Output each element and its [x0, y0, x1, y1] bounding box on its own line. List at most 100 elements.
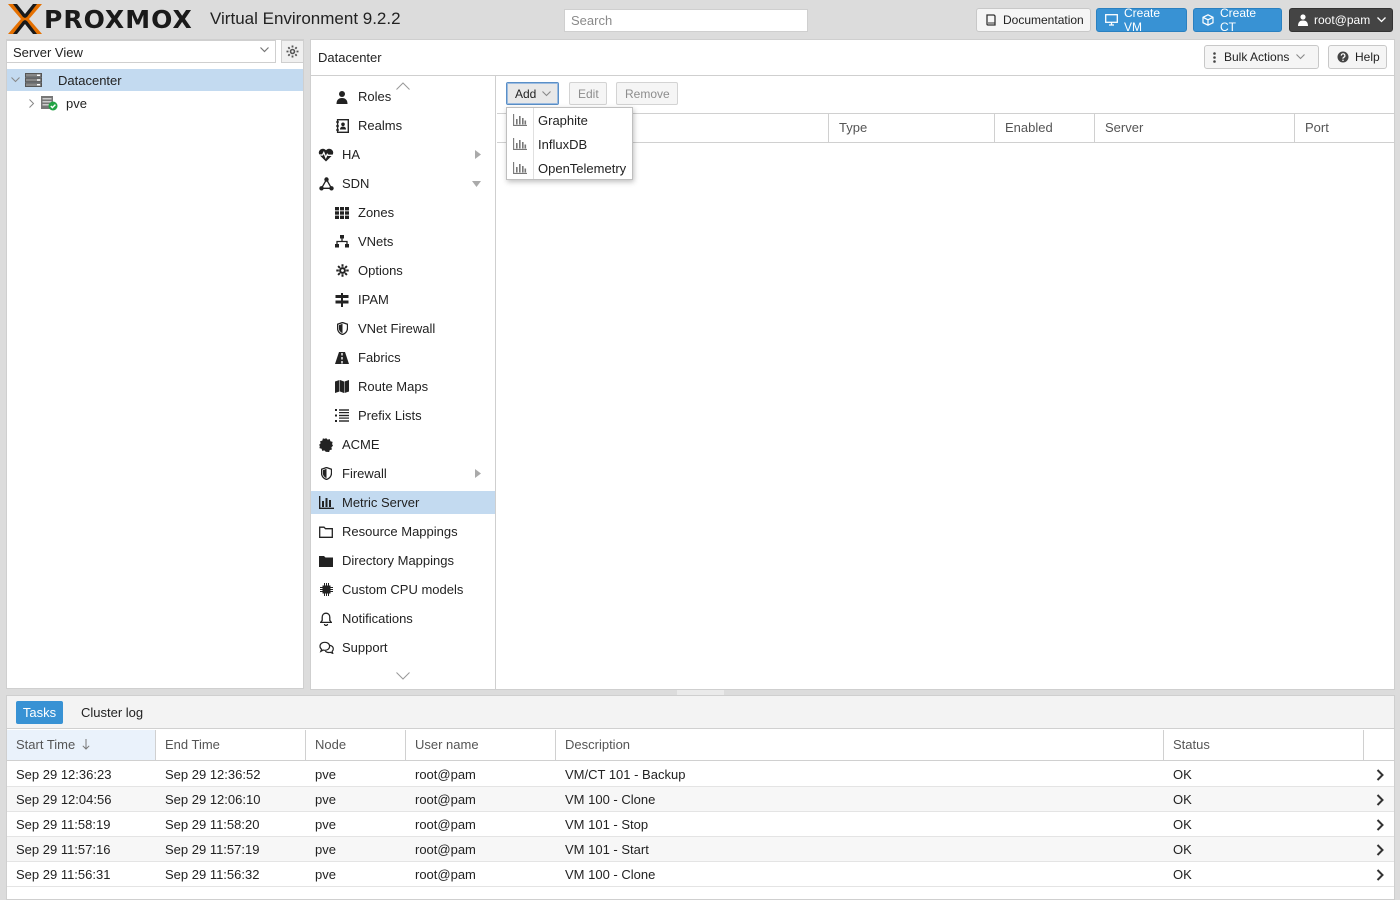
nav-item-resource-mappings[interactable]: Resource Mappings [311, 520, 495, 543]
column-header-node[interactable]: Node [306, 730, 406, 760]
cell-description: VM 100 - Clone [565, 792, 656, 807]
column-header-end-time[interactable]: End Time [156, 730, 306, 760]
cell-status: OK [1173, 842, 1192, 857]
create-ct-button[interactable]: Create CT [1193, 6, 1282, 34]
table-row[interactable]: Sep 29 12:04:56 Sep 29 12:06:10 pve root@pa… [7, 787, 1394, 812]
nav-item-prefix-lists[interactable]: Prefix Lists [311, 404, 495, 427]
nav-item-label: VNet Firewall [358, 321, 436, 336]
create-vm-button[interactable]: Create VM [1096, 6, 1187, 34]
nav-item-label: Options [358, 263, 403, 278]
nav-item-label: Notifications [342, 611, 413, 626]
address-book-icon [334, 118, 350, 134]
nav-item-metric-server[interactable]: Metric Server [311, 491, 495, 514]
table-row[interactable]: Sep 29 12:36:23 Sep 29 12:36:52 pve root@pa… [7, 762, 1394, 787]
search-input[interactable] [564, 9, 808, 32]
page-title: Datacenter [318, 50, 382, 65]
nav-item-label: Directory Mappings [342, 553, 454, 568]
cell-start-time: Sep 29 12:04:56 [16, 792, 112, 807]
column-header-status[interactable]: Status [1164, 730, 1364, 760]
cell-user-name: root@pam [415, 767, 476, 782]
nav-item-notifications[interactable]: Notifications [311, 607, 495, 630]
tree-node-pve[interactable]: pve [7, 92, 303, 114]
column-header-port[interactable]: Port [1295, 114, 1394, 142]
nav-item-label: Fabrics [358, 350, 401, 365]
tab-tasks[interactable]: Tasks [16, 701, 63, 724]
bulk-actions-button[interactable]: Bulk Actions [1204, 45, 1319, 69]
help-button[interactable]: Help [1328, 45, 1387, 69]
task-grid-header: Start Time End Time Node User name Descr… [7, 730, 1394, 761]
tree-node-datacenter[interactable]: Datacenter [7, 69, 303, 91]
bar-chart-icon [507, 162, 533, 174]
heartbeat-icon [318, 147, 334, 163]
nav-item-support[interactable]: Support [311, 636, 495, 659]
user-icon [334, 89, 350, 105]
dropdown-item-graphite[interactable]: Graphite [507, 108, 632, 132]
user-menu-button[interactable]: root@pam [1289, 8, 1393, 32]
datacenter-nav-menu: Roles Realms HA SDN Zones VNets Options … [311, 76, 496, 689]
column-header-server[interactable]: Server [1095, 114, 1295, 142]
nav-item-label: Zones [358, 205, 395, 220]
nav-item-options[interactable]: Options [311, 259, 495, 282]
cell-start-time: Sep 29 11:57:16 [16, 842, 111, 857]
tab-cluster-log[interactable]: Cluster log [81, 705, 143, 720]
nav-item-roles[interactable]: Roles [311, 85, 495, 108]
column-header-user-name[interactable]: User name [406, 730, 556, 760]
cell-end-time: Sep 29 12:36:52 [165, 767, 261, 782]
view-settings-button[interactable] [281, 40, 304, 63]
add-dropdown-menu: Graphite InfluxDB OpenTelemetry [506, 107, 633, 180]
create-vm-label: Create VM [1124, 6, 1161, 34]
nav-item-ipam[interactable]: IPAM [311, 288, 495, 311]
nav-item-custom-cpu-models[interactable]: Custom CPU models [311, 578, 495, 601]
open-task-icon[interactable] [1369, 862, 1391, 887]
nav-item-sdn[interactable]: SDN [311, 172, 495, 195]
cell-end-time: Sep 29 11:56:32 [165, 867, 260, 882]
documentation-button[interactable]: Documentation [976, 8, 1091, 32]
open-task-icon[interactable] [1369, 812, 1391, 837]
network-icon [334, 234, 350, 250]
scroll-down-icon[interactable] [396, 672, 410, 680]
proxmox-logo[interactable]: PROXMOX [8, 4, 193, 34]
table-row[interactable]: Sep 29 11:56:31 Sep 29 11:56:32 pve root@pa… [7, 862, 1394, 887]
column-header-start-time[interactable]: Start Time [7, 730, 156, 760]
dropdown-item-influxdb[interactable]: InfluxDB [507, 132, 632, 156]
table-row[interactable]: Sep 29 11:58:19 Sep 29 11:58:20 pve root@pa… [7, 812, 1394, 837]
column-header-label: Start Time [16, 737, 76, 752]
cell-user-name: root@pam [415, 792, 476, 807]
nav-item-directory-mappings[interactable]: Directory Mappings [311, 549, 495, 572]
nav-item-zones[interactable]: Zones [311, 201, 495, 224]
nav-item-realms[interactable]: Realms [311, 114, 495, 137]
view-select[interactable]: Server View [6, 40, 276, 63]
bottom-tab-bar [7, 696, 1394, 729]
nav-item-vnets[interactable]: VNets [311, 230, 495, 253]
chevron-down-icon[interactable] [11, 77, 20, 83]
nav-item-acme[interactable]: ACME [311, 433, 495, 456]
column-header-description[interactable]: Description [556, 730, 1164, 760]
remove-button[interactable]: Remove [616, 82, 678, 105]
nav-item-firewall[interactable]: Firewall [311, 462, 495, 485]
table-row[interactable]: Sep 29 11:57:16 Sep 29 11:57:19 pve root@pa… [7, 837, 1394, 862]
chevron-down-icon[interactable] [472, 181, 481, 187]
nav-item-ha[interactable]: HA [311, 143, 495, 166]
column-header-type[interactable]: Type [829, 114, 995, 142]
cell-node: pve [315, 842, 336, 857]
nav-item-fabrics[interactable]: Fabrics [311, 346, 495, 369]
open-task-icon[interactable] [1369, 837, 1391, 862]
help-label: Help [1355, 50, 1380, 64]
chevron-right-icon[interactable] [29, 98, 35, 108]
server-rack-icon [25, 73, 42, 87]
column-header-enabled[interactable]: Enabled [995, 114, 1095, 142]
cube-icon [1202, 14, 1214, 26]
create-ct-label: Create CT [1220, 6, 1257, 34]
chevron-right-icon[interactable] [475, 150, 481, 159]
open-task-icon[interactable] [1369, 762, 1391, 787]
chevron-right-icon[interactable] [475, 469, 481, 478]
add-button[interactable]: Add [506, 82, 559, 105]
nav-item-vnet-firewall[interactable]: VNet Firewall [311, 317, 495, 340]
edit-button[interactable]: Edit [569, 82, 607, 105]
cell-status: OK [1173, 767, 1192, 782]
open-task-icon[interactable] [1369, 787, 1391, 812]
dropdown-item-opentelemetry[interactable]: OpenTelemetry [507, 156, 632, 180]
nav-item-route-maps[interactable]: Route Maps [311, 375, 495, 398]
cell-node: pve [315, 792, 336, 807]
product-version: Virtual Environment 9.2.2 [210, 9, 401, 28]
